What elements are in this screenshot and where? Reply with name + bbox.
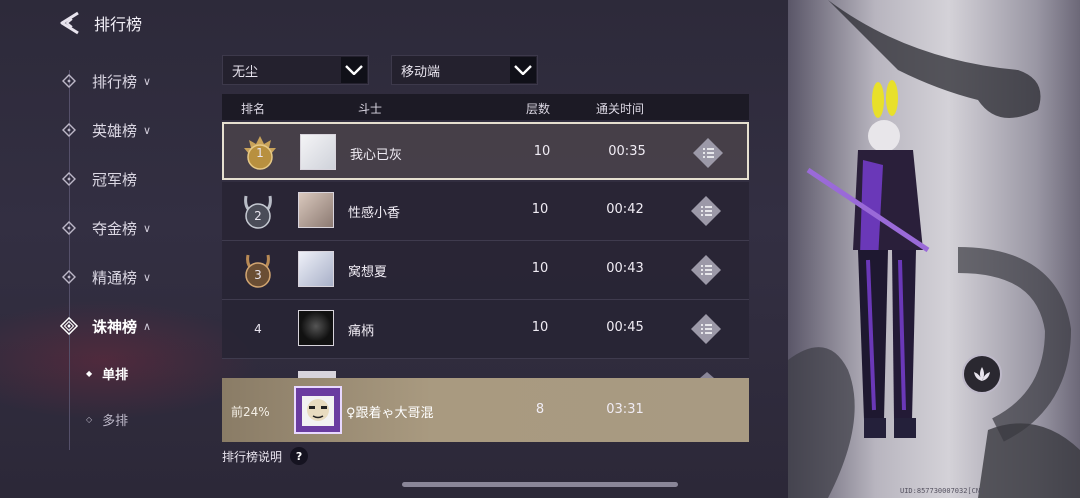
my-time-value: 03:31 [606,402,644,417]
bullet-icon: ◇ [86,415,93,424]
uid-watermark: UID:857730007032[CN] [900,487,985,495]
chevron-up-icon: ∧ [143,319,152,333]
sidebar-item-gold[interactable]: 夺金榜 ∨ [60,215,151,241]
silver-medal-icon: 2 [238,192,278,230]
avatar [298,251,334,287]
bullet-icon: ◆ [86,369,93,378]
home-indicator[interactable] [402,482,678,487]
help-icon[interactable]: ? [290,447,309,465]
diamond-icon [60,170,78,188]
time-value: 00:45 [606,320,644,335]
table-row[interactable]: 4 痛柄 10 00:45 [222,300,749,359]
header-player: 斗士 [358,102,383,116]
sub-item-team[interactable]: ◇ 多排 [86,410,128,429]
sidebar-item-label: 精通榜 [92,268,138,287]
sidebar-item-label: 冠军榜 [92,170,138,189]
avatar [298,310,334,346]
diamond-icon [60,219,78,237]
my-rank-row[interactable]: 前24% ♀跟着ゃ大哥混 8 03:31 [222,378,749,442]
page-title: 排行榜 [94,15,143,34]
diamond-icon [60,268,78,286]
floors-value: 10 [531,261,549,276]
sidebar-item-godslayer[interactable]: 诛神榜 ∧ [60,313,151,339]
next-row-avatar-peek [298,371,336,378]
player-name: 窝想夏 [348,265,388,280]
sidebar-item-leaderboard[interactable]: 排行榜 ∨ [60,68,151,94]
chevron-down-icon[interactable] [341,57,367,83]
detail-list-icon[interactable] [691,196,721,226]
table-row[interactable]: 1 我心已灰 10 00:35 [222,122,749,180]
gold-medal-icon: 1 [240,134,280,172]
lotus-icon[interactable] [962,354,1002,394]
diamond-icon [60,121,78,139]
sidebar-item-hero[interactable]: 英雄榜 ∨ [60,117,151,143]
detail-list-icon[interactable] [693,138,723,168]
sidebar-item-label: 排行榜 [92,72,138,91]
explain-label: 排行榜说明 [222,449,283,464]
my-player-name: ♀跟着ゃ大哥混 [346,406,434,421]
avatar [298,192,334,228]
sidebar-item-label: 夺金榜 [92,219,138,238]
page-header: 排行榜 [56,10,142,36]
header-rank: 排名 [241,102,266,116]
header-floors: 层数 [526,102,551,116]
rank-cell: 4 [238,310,278,348]
floors-value: 10 [533,144,551,159]
table-row[interactable]: 3 窝想夏 10 00:43 [222,241,749,300]
sidebar-item-label: 诛神榜 [92,317,138,336]
rank-number: 1 [256,146,264,160]
bronze-medal-icon: 3 [238,251,278,289]
chevron-down-icon: ∨ [143,74,152,88]
platform-value: 移动端 [401,64,441,80]
character-artwork [788,0,1080,498]
back-arrow-icon[interactable] [56,10,84,36]
header-time: 通关时间 [596,102,645,116]
floors-value: 10 [531,320,549,335]
sidebar-item-mastery[interactable]: 精通榜 ∨ [60,264,151,290]
sub-item-solo[interactable]: ◆ 单排 [86,364,128,383]
diamond-active-icon [60,316,78,336]
avatar [294,386,342,434]
player-name: 痛柄 [348,324,375,339]
chevron-down-icon[interactable] [510,57,536,83]
rank-number: 2 [254,209,262,223]
sidebar-item-label: 英雄榜 [92,121,138,140]
rank-number: 3 [254,268,262,282]
server-value: 无尘 [232,64,259,80]
detail-list-icon[interactable] [691,314,721,344]
player-name: 我心已灰 [350,148,403,163]
rank-number: 4 [254,322,262,336]
platform-dropdown[interactable]: 移动端 [391,55,538,85]
time-value: 00:42 [606,202,644,217]
leaderboard-explain[interactable]: 排行榜说明 ? [222,447,309,465]
sub-item-label: 单排 [102,368,129,383]
sidebar-item-champion[interactable]: 冠军榜 [60,166,137,192]
player-name: 性感小香 [348,206,401,221]
my-rank-percent: 前24% [231,405,270,419]
server-dropdown[interactable]: 无尘 [222,55,369,85]
chevron-down-icon: ∨ [143,123,152,137]
diamond-icon [60,72,78,90]
time-value: 00:43 [606,261,644,276]
chevron-down-icon: ∨ [143,270,152,284]
detail-list-icon[interactable] [691,255,721,285]
table-row[interactable]: 2 性感小香 10 00:42 [222,182,749,241]
table-header: 排名 斗士 层数 通关时间 [222,94,749,120]
sub-item-label: 多排 [102,414,129,429]
floors-value: 10 [531,202,549,217]
chevron-down-icon: ∨ [143,221,152,235]
my-floors-value: 8 [535,402,545,417]
time-value: 00:35 [608,144,646,159]
avatar [300,134,336,170]
